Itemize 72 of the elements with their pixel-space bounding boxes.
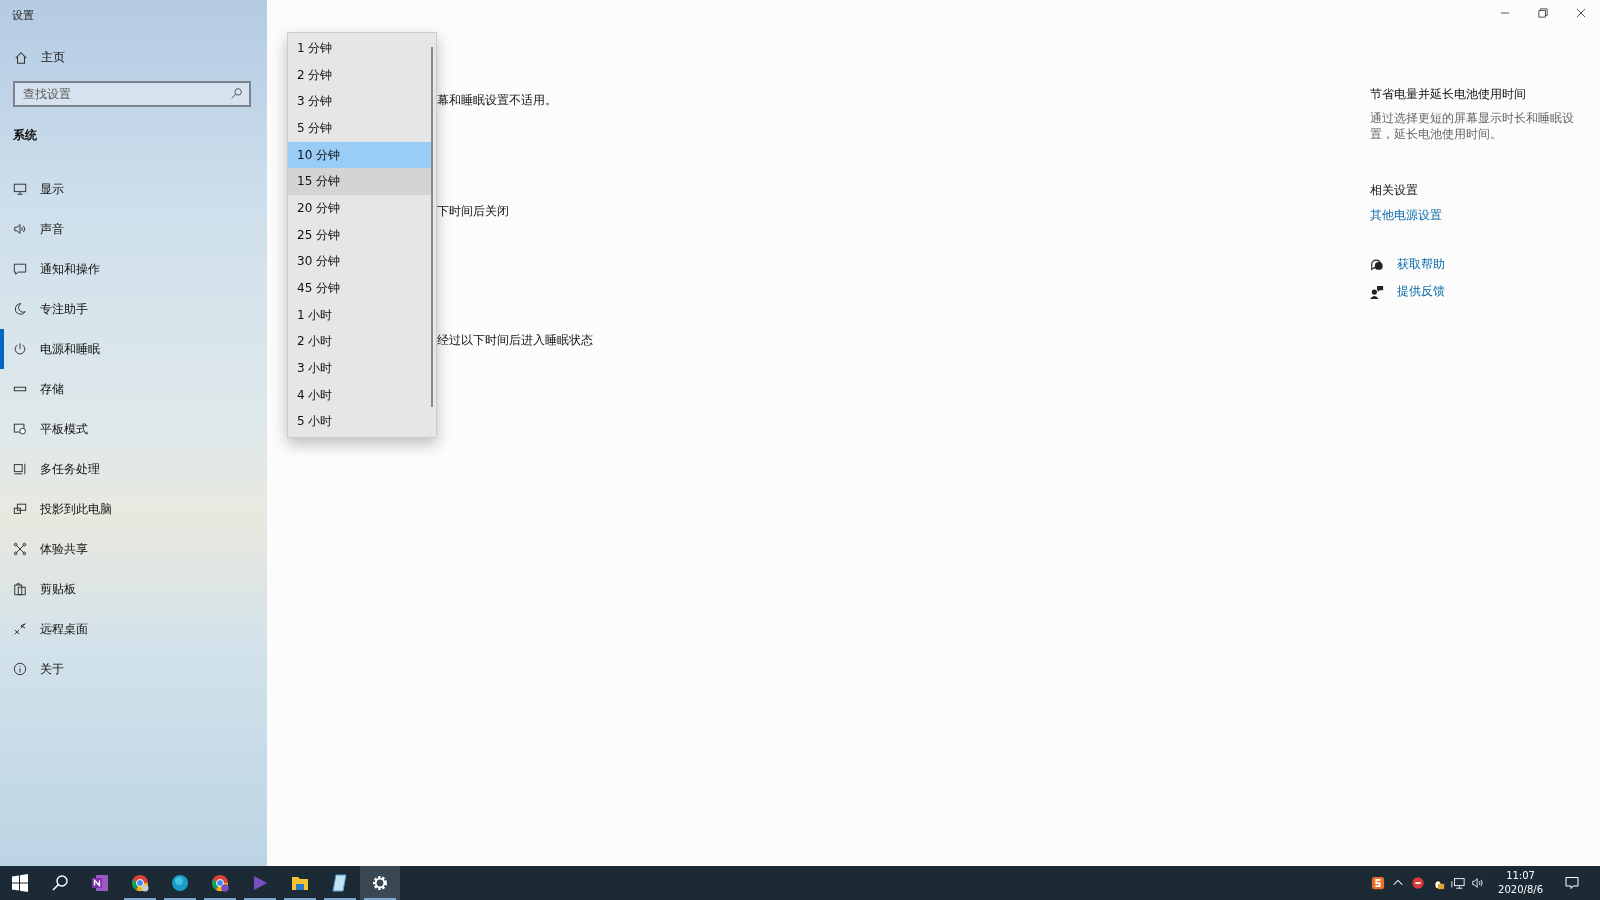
dropdown-option[interactable]: 2 分钟 [288, 61, 432, 89]
search-icon [230, 87, 243, 100]
power-icon [13, 342, 27, 356]
sidebar-item[interactable]: 显示 [0, 169, 267, 209]
chrome-icon [130, 873, 150, 893]
chat-bubble-icon [1370, 257, 1384, 272]
sidebar-item[interactable]: 声音 [0, 209, 267, 249]
sidebar-item[interactable]: 体验共享 [0, 529, 267, 569]
clipboard-icon [13, 582, 27, 596]
dropdown-option[interactable]: 10 分钟 [288, 141, 432, 169]
notification-icon[interactable] [1564, 875, 1580, 891]
dropdown-option[interactable]: 5 小时 [288, 408, 432, 436]
sidebar-item[interactable]: 专注助手 [0, 289, 267, 329]
moon-icon [13, 302, 27, 316]
sidebar-item[interactable]: 剪贴板 [0, 569, 267, 609]
dropdown-option[interactable]: 45 分钟 [288, 275, 432, 302]
dropdown-option[interactable]: 15 分钟 [288, 168, 432, 196]
aside-description: 通过选择更短的屏幕显示时长和睡眠设置，延长电池使用时间。 [1370, 111, 1575, 143]
info-icon [13, 662, 27, 676]
tablet-icon [13, 422, 27, 436]
windows-icon [10, 873, 30, 893]
clock-time[interactable]: 11:07 [1506, 869, 1535, 883]
sidebar-item[interactable]: 关于 [0, 649, 267, 689]
dropdown-option[interactable]: 30 分钟 [288, 248, 432, 276]
setting-text: 下时间后关闭 [437, 203, 510, 220]
sidebar-item[interactable]: 存储 [0, 369, 267, 409]
home-link[interactable]: 主页 [14, 49, 65, 66]
related-title: 相关设置 [1370, 182, 1418, 200]
dropdown-option[interactable]: 4 小时 [288, 381, 432, 409]
edge-icon [170, 873, 190, 893]
dropdown-option[interactable]: 5 分钟 [288, 115, 432, 142]
person-icon [1370, 284, 1384, 299]
notepad-icon [330, 873, 350, 893]
dropdown-option[interactable]: 3 小时 [288, 355, 432, 382]
clock-date[interactable]: 2020/8/6 [1498, 883, 1543, 897]
sound-icon [13, 222, 27, 236]
display-icon [13, 182, 27, 196]
setting-text: 经过以下时间后进入睡眠状态 [437, 332, 593, 349]
home-icon [14, 50, 28, 65]
sidebar-item[interactable]: 投影到此电脑 [0, 489, 267, 529]
sidebar-item[interactable]: 多任务处理 [0, 449, 267, 489]
sidebar-item[interactable]: 平板模式 [0, 409, 267, 449]
aside-title: 节省电量并延长电池使用时间 [1370, 86, 1526, 103]
notify-icon [13, 262, 27, 276]
network-icon[interactable] [1451, 876, 1466, 890]
scrollbar[interactable] [431, 47, 433, 407]
sidebar-item[interactable]: 通知和操作 [0, 249, 267, 289]
input-method-icon[interactable] [1371, 876, 1386, 890]
share-icon [13, 542, 27, 556]
power-settings-link[interactable]: 其他电源设置 [1370, 207, 1442, 225]
search-icon [50, 873, 70, 893]
dropdown-option[interactable]: 3 分钟 [288, 88, 432, 116]
window-title: 设置 [12, 8, 34, 23]
remote-icon [13, 622, 27, 636]
chrome-lock-icon [210, 873, 230, 893]
settings-icon [370, 873, 390, 893]
dropdown-option[interactable]: 2 小时 [288, 328, 432, 356]
onenote-icon [90, 873, 110, 893]
dropdown-option[interactable]: 20 分钟 [288, 195, 432, 222]
dropdown-option[interactable]: 25 分钟 [288, 221, 432, 249]
setting-text: 幕和睡眠设置不适用。 [437, 92, 558, 109]
section-heading: 系统 [13, 127, 37, 144]
volume-icon[interactable] [1471, 876, 1486, 890]
help-link[interactable]: 获取帮助 [1397, 256, 1445, 274]
search-field[interactable]: 查找设置 [13, 81, 251, 107]
taskbar-settings-button[interactable] [360, 866, 400, 900]
multitask-icon [13, 462, 27, 476]
sidebar-item[interactable]: 远程桌面 [0, 609, 267, 649]
dropdown-option[interactable]: 1 分钟 [288, 35, 432, 62]
dropdown-option[interactable]: 1 小时 [288, 301, 432, 329]
project-icon [13, 502, 27, 516]
help-link[interactable]: 提供反馈 [1397, 283, 1445, 301]
